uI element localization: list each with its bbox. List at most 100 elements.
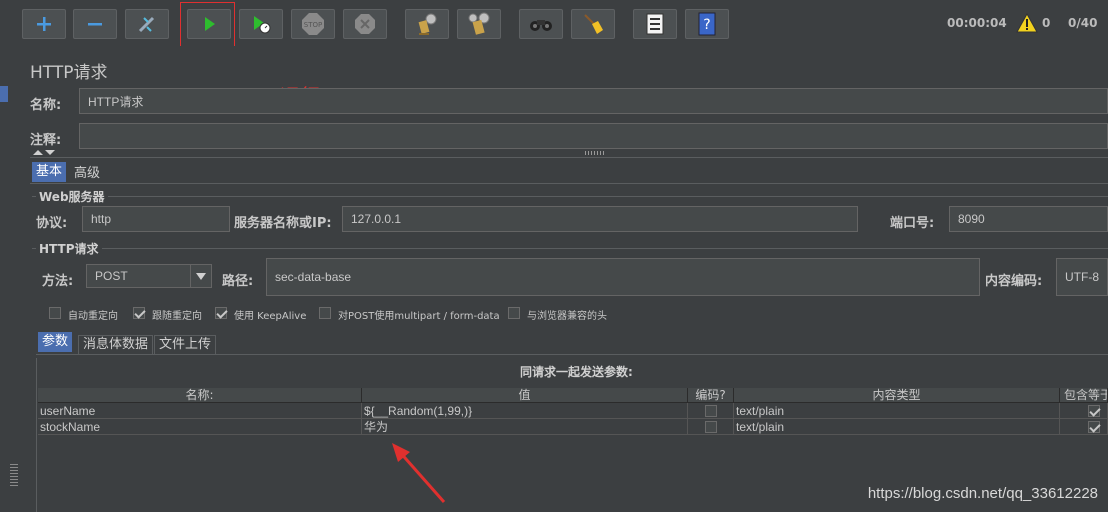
search-button[interactable] <box>519 9 563 39</box>
encoding-label: 内容编码: <box>985 274 1043 289</box>
broom-gear-icon <box>418 13 437 35</box>
server-field[interactable]: 127.0.0.1 <box>342 206 858 232</box>
comment-label: 注释: <box>30 133 62 148</box>
encoding-field[interactable]: UTF-8 <box>1056 258 1108 296</box>
help-button[interactable]: ? <box>685 9 729 39</box>
encode-checkbox[interactable] <box>705 405 717 417</box>
server-label: 服务器名称或IP: <box>234 216 332 231</box>
minus-icon <box>88 23 102 26</box>
splitter-grip[interactable] <box>10 464 18 486</box>
watermark: https://blog.csdn.net/qq_33612228 <box>867 485 1098 502</box>
table-cell-name[interactable]: userName <box>38 403 362 419</box>
add-button[interactable] <box>22 9 66 39</box>
auto-redirect-label: 自动重定向 <box>68 311 118 322</box>
comment-field[interactable] <box>79 123 1108 149</box>
broom-gear-all-icon <box>468 12 490 35</box>
browser-headers-label: 与浏览器兼容的头 <box>527 311 607 322</box>
tree-selection-marker <box>0 86 8 102</box>
column-header-name[interactable]: 名称: <box>38 388 362 403</box>
keepalive-checkbox[interactable] <box>215 307 227 319</box>
resize-grip[interactable] <box>585 151 605 155</box>
plus-icon <box>37 17 51 31</box>
table-cell-value[interactable]: ${__Random(1,99,)} <box>362 403 688 419</box>
svg-text:STOP: STOP <box>304 21 322 29</box>
http-sampler-panel: HTTP请求 运行 名称: HTTP请求 注释: 基本 高级 Web服务器 协议… <box>22 46 1108 512</box>
table-cell-value[interactable]: 华为 <box>362 419 688 435</box>
toggle-button[interactable] <box>125 9 169 39</box>
function-helper-button[interactable] <box>633 9 677 39</box>
collapse-arrows-icon[interactable] <box>32 149 56 157</box>
port-field[interactable]: 8090 <box>949 206 1108 232</box>
wand-icon <box>138 16 155 33</box>
divider <box>30 157 1108 158</box>
panel-title: HTTP请求 <box>30 63 108 83</box>
method-select[interactable]: POST <box>86 264 212 288</box>
clear-button[interactable] <box>405 9 449 39</box>
table-cell-content-type[interactable]: text/plain <box>734 403 1060 419</box>
run-no-pause-button[interactable] <box>239 9 283 39</box>
table-left-border <box>36 358 37 512</box>
keepalive-label: 使用 KeepAlive <box>234 311 307 322</box>
web-server-title: Web服务器 <box>36 188 108 205</box>
broom-icon <box>584 14 603 34</box>
follow-redirect-checkbox[interactable] <box>133 307 145 319</box>
param-tab-underline <box>36 354 1108 355</box>
path-label: 路径: <box>222 274 254 289</box>
remove-button[interactable] <box>73 9 117 39</box>
column-header-content-type[interactable]: 内容类型 <box>734 388 1060 403</box>
path-field[interactable]: sec-data-base <box>266 258 980 296</box>
warning-count: 0 <box>1042 16 1051 30</box>
active-threads: 0/40 <box>1068 16 1098 30</box>
table-cell-include-equals <box>1060 419 1108 435</box>
table-cell-encode <box>688 403 734 419</box>
protocol-label: 协议: <box>36 216 68 231</box>
params-caption: 同请求一起发送参数: <box>520 365 633 379</box>
protocol-field[interactable]: http <box>82 206 230 232</box>
tab-underline <box>30 183 1108 184</box>
annotation-arrow <box>392 443 446 503</box>
tab-advanced[interactable]: 高级 <box>70 164 104 184</box>
shutdown-button[interactable] <box>343 9 387 39</box>
dropdown-arrow[interactable] <box>190 265 211 287</box>
browser-headers-checkbox[interactable] <box>508 307 520 319</box>
web-server-section <box>32 196 1108 197</box>
tab-file-upload[interactable]: 文件上传 <box>154 335 217 355</box>
stop-icon: STOP <box>302 13 324 35</box>
play-clock-icon <box>254 16 271 34</box>
encode-checkbox[interactable] <box>705 421 717 433</box>
run-button-highlight <box>180 2 235 51</box>
column-header-encode[interactable]: 编码? <box>688 388 734 403</box>
table-cell-content-type[interactable]: text/plain <box>734 419 1060 435</box>
reset-search-button[interactable] <box>571 9 615 39</box>
clear-all-button[interactable] <box>457 9 501 39</box>
toolbar: STOP ? 00:00:04 0 0/40 <box>0 0 1108 51</box>
warning-icon[interactable] <box>1016 13 1038 33</box>
name-label: 名称: <box>30 98 62 113</box>
follow-redirect-label: 跟随重定向 <box>152 311 202 322</box>
include-equals-checkbox[interactable] <box>1088 421 1100 433</box>
column-header-value[interactable]: 值 <box>362 388 688 403</box>
tab-basic[interactable]: 基本 <box>32 162 67 182</box>
stop-button[interactable]: STOP <box>291 9 335 39</box>
include-equals-checkbox[interactable] <box>1088 405 1100 417</box>
tree-panel-edge <box>0 46 23 512</box>
multipart-label: 对POST使用multipart / form-data <box>338 311 500 322</box>
http-request-title: HTTP请求 <box>36 240 102 257</box>
table-cell-include-equals <box>1060 403 1108 419</box>
shutdown-icon <box>355 14 375 34</box>
svg-text:?: ? <box>703 17 710 33</box>
table-cell-name[interactable]: stockName <box>38 419 362 435</box>
tab-body-data[interactable]: 消息体数据 <box>78 335 154 355</box>
list-icon <box>646 13 664 35</box>
elapsed-timer: 00:00:04 <box>947 16 1007 30</box>
multipart-checkbox[interactable] <box>319 307 331 319</box>
tab-parameters[interactable]: 参数 <box>38 332 73 352</box>
method-value: POST <box>95 269 128 283</box>
column-header-include-equals[interactable]: 包含等于? <box>1060 388 1108 403</box>
port-label: 端口号: <box>890 216 935 231</box>
binoculars-icon <box>530 20 552 31</box>
name-field[interactable]: HTTP请求 <box>79 88 1108 114</box>
auto-redirect-checkbox[interactable] <box>49 307 61 319</box>
chevron-down-icon <box>196 273 206 280</box>
help-book-icon: ? <box>698 12 716 36</box>
